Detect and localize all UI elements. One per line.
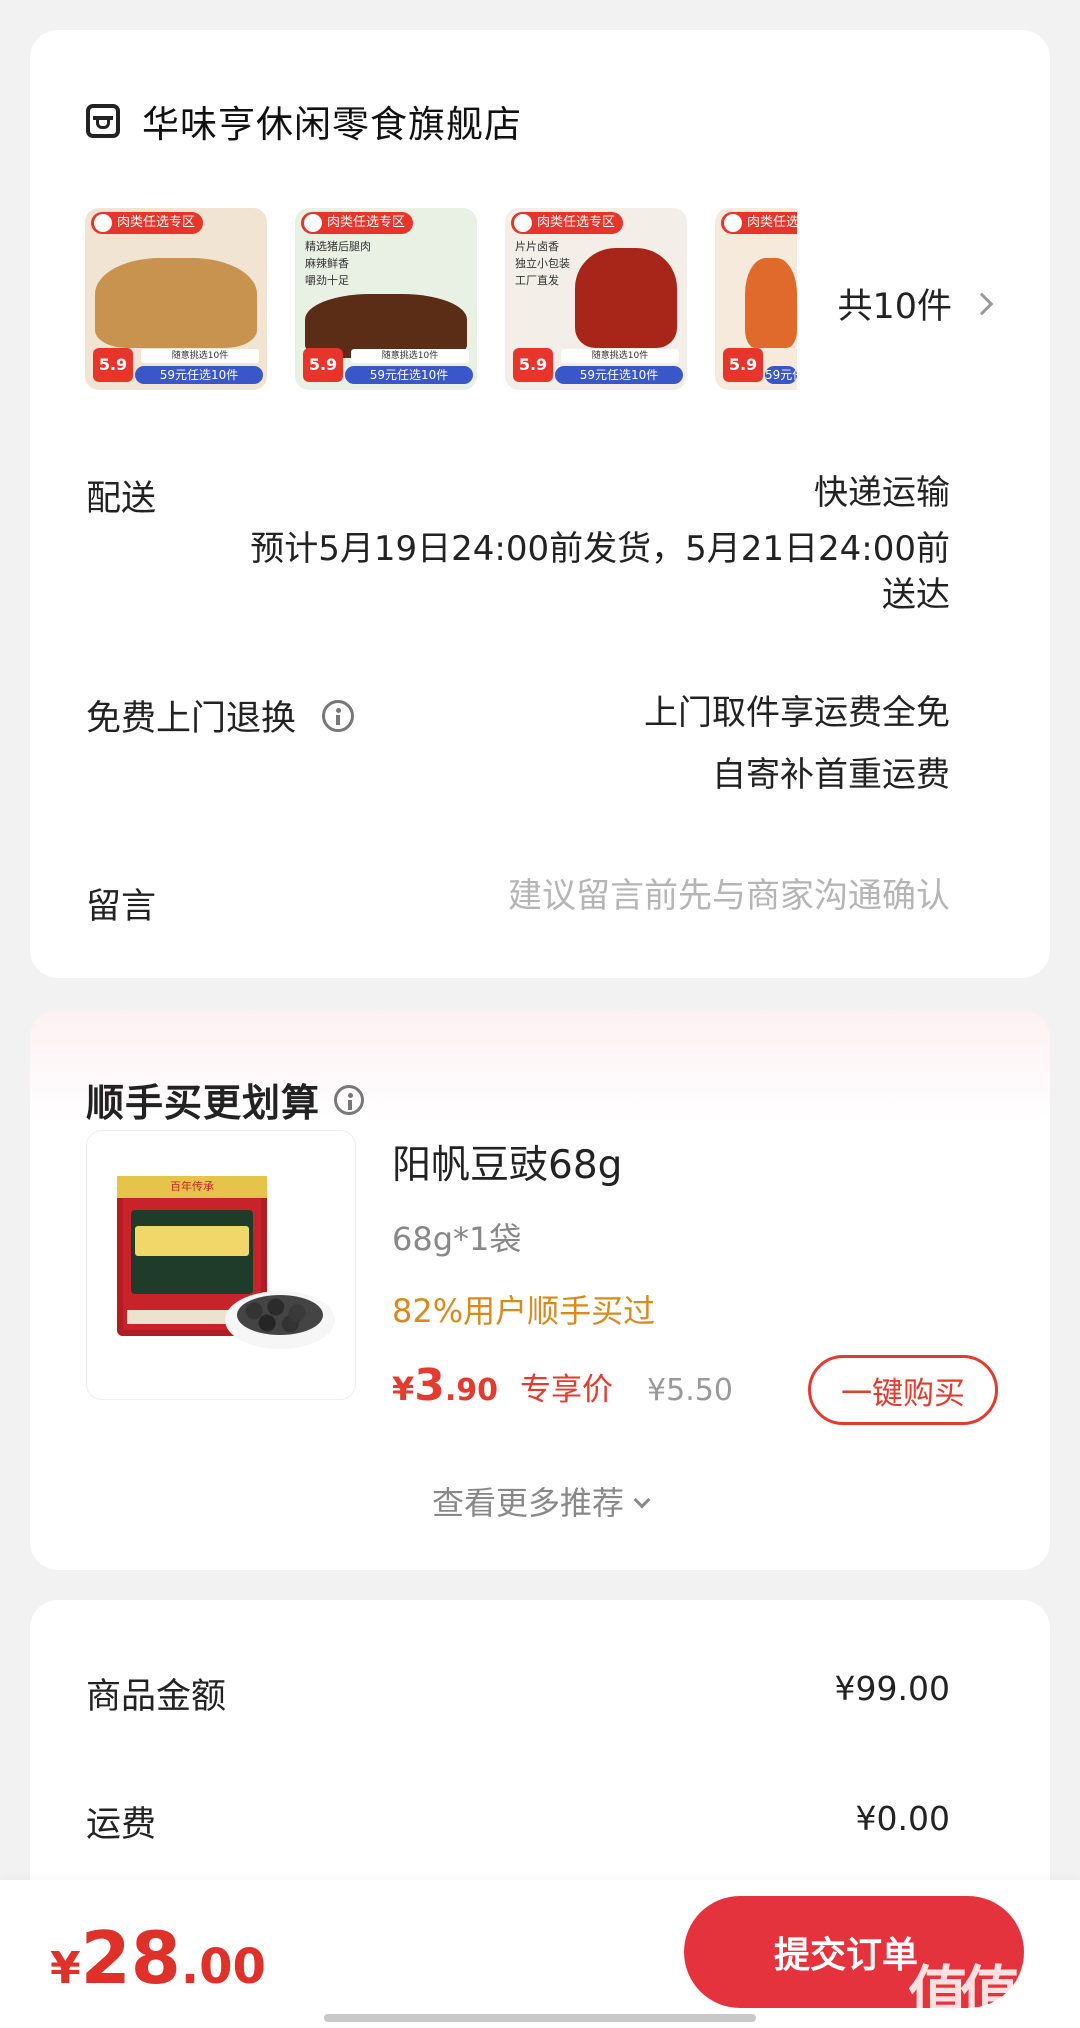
store-icon — [86, 104, 120, 138]
delivery-eta: 预计5月19日24:00前发货，5月21日24:00前 送达 — [170, 526, 950, 618]
free-return-row[interactable]: 免费上门退换 — [86, 690, 355, 741]
bullet: 工厂直发 — [515, 274, 559, 287]
shipping-fee-value: ¥0.00 — [855, 1799, 950, 1838]
thumbnail-bullets: 精选猪后腿肉 麻辣鲜香 嚼劲十足 — [305, 238, 371, 289]
product-spec: 68g*1袋 — [392, 1220, 522, 1258]
product-thumbnail[interactable]: 肉类任选专区 片片卤香 独立小包装 工厂直发 随意挑选10件 5.9 59元任选… — [505, 208, 687, 390]
store-name: 华味亨休闲零食旗舰店 — [142, 103, 522, 146]
bag-top-label: 百年传承 — [117, 1176, 267, 1198]
more-recommendations-label: 查看更多推荐 — [431, 1484, 624, 1522]
thumbnail-tag: 肉类任选专区 — [91, 212, 204, 234]
thumbnail-tag: 肉类任选专区 — [301, 212, 414, 234]
shipping-fee-label: 运费 — [86, 1805, 157, 1845]
thumbnail-price-badge: 5.9 — [93, 348, 133, 382]
product-thumbnails[interactable]: 肉类任选专区 随意挑选10件 5.9 59元任选10件 肉类任选专区 精选猪后腿… — [85, 208, 797, 390]
exclusive-price-label: 专享价 — [520, 1372, 614, 1408]
food-image — [575, 248, 677, 348]
thumbnail-price-badge: 5.9 — [303, 348, 343, 382]
food-image — [95, 258, 257, 348]
bullet: 片片卤香 — [515, 240, 559, 253]
item-count-link[interactable]: 共10件 — [837, 278, 994, 329]
total-currency: ¥ — [50, 1943, 81, 1994]
chevron-right-icon — [970, 292, 994, 315]
product-name[interactable]: 阳帆豆豉68g — [392, 1134, 622, 1190]
more-recommendations-link[interactable]: 查看更多推荐 — [30, 1478, 1050, 1524]
bullet: 独立小包装 — [515, 257, 570, 270]
social-proof: 82%用户顺手买过 — [392, 1292, 656, 1330]
item-count: 共10件 — [837, 287, 952, 327]
thumbnail-promo-top: 随意挑选10件 — [561, 349, 679, 363]
delivery-method: 快递运输 — [814, 473, 950, 513]
bullet: 嚼劲十足 — [305, 274, 349, 287]
message-label: 留言 — [86, 887, 157, 927]
goods-amount-value: ¥99.00 — [834, 1669, 950, 1708]
store-header[interactable]: 华味亨休闲零食旗舰店 — [86, 94, 522, 148]
delivery-eta-line1: 预计5月19日24:00前发货，5月21日24:00前 — [250, 529, 950, 569]
delivery-label: 配送 — [86, 479, 157, 519]
thumbnail-promo: 59元任选10件 — [765, 366, 797, 384]
recommendation-header: 顺手买更划算 — [86, 1072, 365, 1127]
return-self-ship-text: 自寄补首重运费 — [712, 755, 950, 795]
product-image[interactable]: 百年传承 — [86, 1130, 356, 1400]
bag-label — [135, 1226, 249, 1256]
price-decimal: .90 — [444, 1373, 499, 1408]
total-integer: 28 — [80, 1916, 181, 2000]
thumbnail-promo-top: 随意挑选10件 — [141, 349, 259, 363]
product-price-row: ¥ 3 .90 专享价 ¥5.50 — [392, 1360, 733, 1411]
thumbnail-price-badge: 5.9 — [513, 348, 553, 382]
product-thumbnail[interactable]: 肉类任选专区 5.9 59元任选10件 — [715, 208, 797, 390]
message-input[interactable] — [390, 876, 950, 916]
food-image — [745, 258, 797, 348]
thumbnail-promo: 59元任选10件 — [345, 366, 473, 384]
store-order-card: 华味亨休闲零食旗舰店 肉类任选专区 随意挑选10件 5.9 59元任选10件 肉… — [30, 30, 1050, 978]
return-pickup-text: 上门取件享运费全免 — [644, 693, 950, 733]
thumbnail-tag: 肉类任选专区 — [721, 212, 797, 234]
goods-amount-label: 商品金额 — [86, 1677, 227, 1717]
price-integer: 3 — [414, 1360, 445, 1411]
info-icon[interactable] — [322, 699, 355, 732]
currency-symbol: ¥ — [392, 1370, 415, 1408]
one-click-buy-button[interactable]: 一键购买 — [808, 1355, 998, 1425]
thumbnail-tag: 肉类任选专区 — [511, 212, 624, 234]
total-decimal: .00 — [180, 1939, 266, 1995]
product-thumbnail[interactable]: 肉类任选专区 随意挑选10件 5.9 59元任选10件 — [85, 208, 267, 390]
bullet: 麻辣鲜香 — [305, 257, 349, 270]
delivery-eta-line2: 送达 — [882, 575, 950, 615]
beans-image — [225, 1291, 335, 1349]
thumbnail-promo: 59元任选10件 — [135, 366, 263, 384]
thumbnail-price-badge: 5.9 — [723, 348, 763, 382]
chevron-down-icon — [633, 1491, 651, 1509]
recommendation-title: 顺手买更划算 — [86, 1081, 321, 1125]
thumbnail-promo: 59元任选10件 — [555, 366, 683, 384]
watermark-url: zhizhizhi.com — [949, 2006, 1058, 2025]
free-return-label: 免费上门退换 — [86, 699, 297, 739]
original-price: ¥5.50 — [647, 1373, 733, 1408]
checkout-bar: ¥ 28 .00 提交订单 值值值 zhizhizhi.com — [0, 1880, 1080, 2028]
thumbnail-promo-top: 随意挑选10件 — [351, 349, 469, 363]
product-thumbnail[interactable]: 肉类任选专区 精选猪后腿肉 麻辣鲜香 嚼劲十足 随意挑选10件 5.9 59元任… — [295, 208, 477, 390]
total-price: ¥ 28 .00 — [50, 1916, 266, 2000]
info-icon[interactable] — [334, 1084, 365, 1115]
home-indicator[interactable] — [324, 2014, 756, 2022]
recommendation-card: 顺手买更划算 百年传承 阳帆豆豉68g 68g*1袋 82%用户顺手买过 ¥ 3… — [30, 1010, 1050, 1570]
bullet: 精选猪后腿肉 — [305, 240, 371, 253]
thumbnail-bullets: 片片卤香 独立小包装 工厂直发 — [515, 238, 570, 289]
